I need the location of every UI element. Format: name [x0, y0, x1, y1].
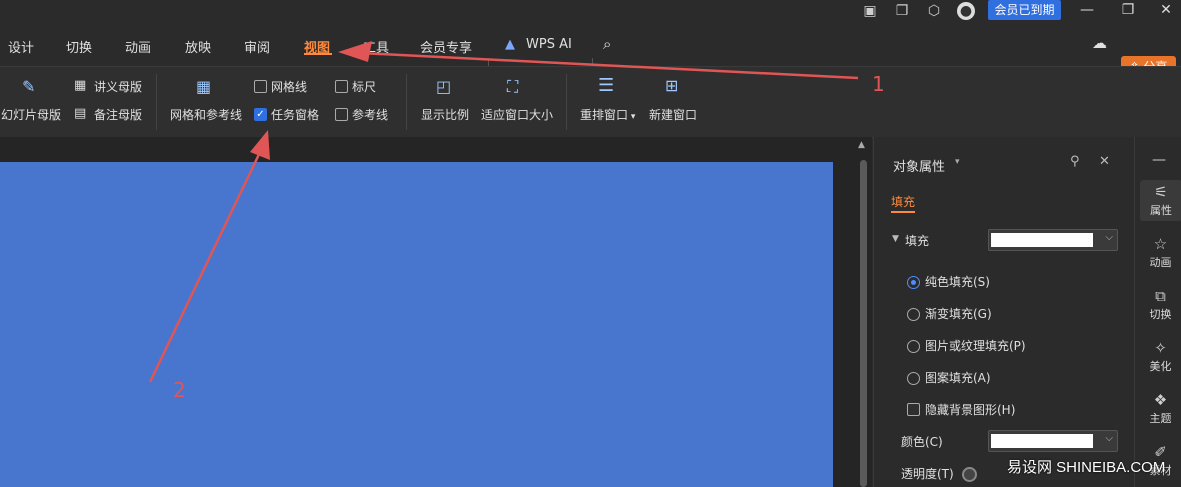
annotation-arrows [148, 41, 859, 383]
arrow-2-head [250, 130, 270, 160]
arrow-1-head [338, 41, 372, 62]
annotation-label-1: 1 [872, 72, 885, 96]
watermark: 易设网 SHINEIBA.COM [1007, 459, 1166, 476]
annotation-label-2: 2 [173, 378, 186, 402]
arrow-1-line [359, 51, 859, 80]
arrow-2-line [148, 147, 264, 383]
